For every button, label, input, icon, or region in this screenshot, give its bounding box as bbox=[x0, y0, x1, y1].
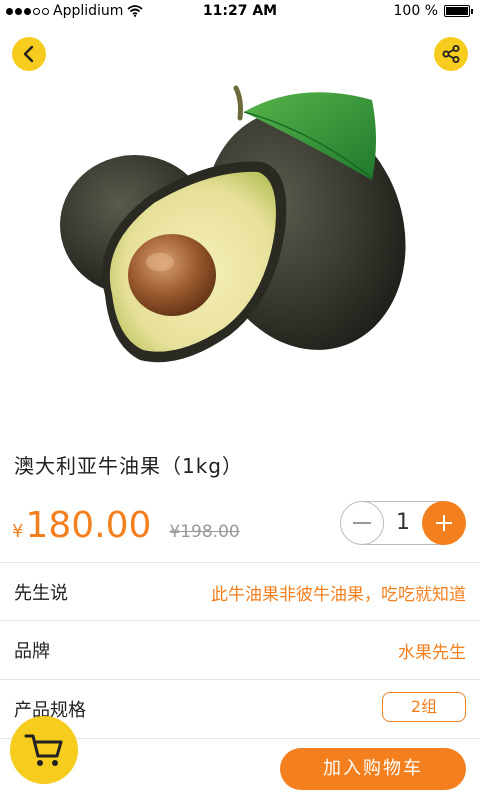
current-price: 180.00 bbox=[25, 505, 152, 546]
add-to-cart-button[interactable]: 加入购物车 bbox=[280, 748, 466, 790]
share-button[interactable] bbox=[434, 37, 468, 71]
quantity-value[interactable]: 1 bbox=[384, 501, 422, 545]
cart-button[interactable] bbox=[10, 716, 78, 784]
product-image bbox=[60, 85, 406, 363]
brand-value: 水果先生 bbox=[398, 643, 466, 663]
plus-button[interactable] bbox=[422, 501, 466, 545]
slogan-value: 此牛油果非彼牛油果，吃吃就知道 bbox=[211, 585, 466, 605]
slogan-label: 先生说 bbox=[14, 583, 68, 604]
cart-icon bbox=[24, 734, 63, 766]
minus-icon[interactable] bbox=[340, 501, 384, 545]
plus-icon bbox=[436, 515, 452, 531]
quantity-stepper: 1 bbox=[340, 501, 466, 545]
price-row: ¥ 180.00 ¥198.00 bbox=[12, 505, 240, 546]
brand-row[interactable]: 品牌 水果先生 bbox=[0, 620, 480, 676]
spec-row: 产品规格 2组 bbox=[0, 679, 480, 735]
battery-icon bbox=[444, 5, 473, 17]
battery-percent: 100 % bbox=[393, 3, 438, 19]
brand-label: 品牌 bbox=[14, 641, 50, 662]
spec-option-button[interactable]: 2组 bbox=[382, 692, 466, 722]
product-title: 澳大利亚牛油果（1kg） bbox=[14, 454, 244, 478]
slogan-row: 先生说 此牛油果非彼牛油果，吃吃就知道 bbox=[0, 562, 480, 618]
original-price: ¥198.00 bbox=[169, 522, 240, 542]
share-icon bbox=[442, 45, 460, 63]
currency-symbol: ¥ bbox=[12, 521, 24, 542]
chevron-left-icon bbox=[23, 45, 34, 63]
status-right: 100 % bbox=[393, 3, 473, 19]
back-button[interactable] bbox=[12, 37, 46, 71]
status-bar: Applidium 11:27 AM 100 % bbox=[0, 0, 480, 24]
